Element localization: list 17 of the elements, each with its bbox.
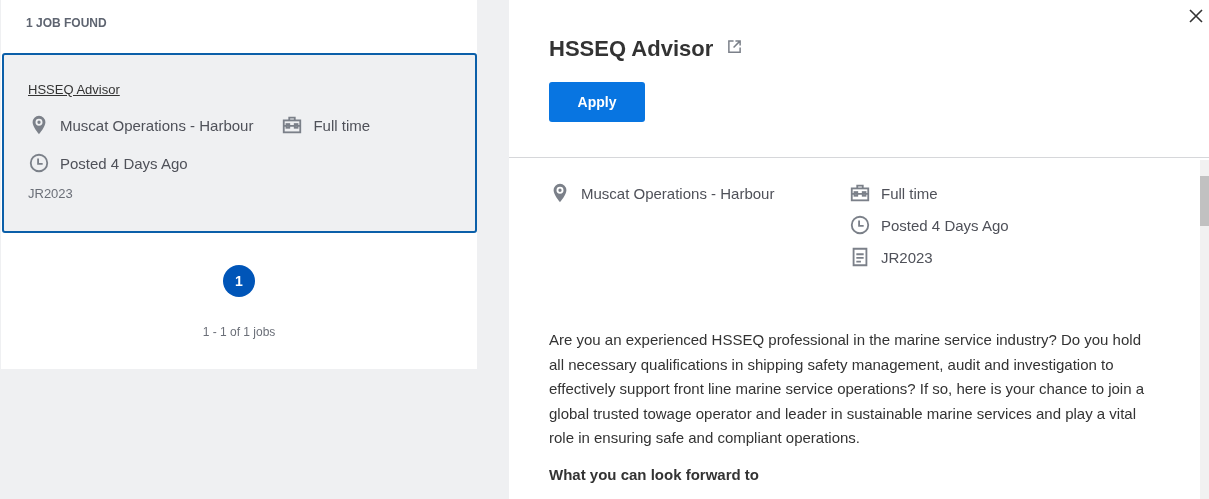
section-heading: What you can look forward to <box>549 465 760 483</box>
job-location: Muscat Operations - Harbour <box>581 184 775 202</box>
job-requisition-id: JR2023 <box>881 248 933 266</box>
job-description: Are you an experienced HSSEQ professional in the marine service industry? Do you hold all necessary qualifications in shipping safety management, audit and investigation to effectively support front line marine service operations? If so, here is your chance to join a global trusted towage operator and leader in sustainable marine services and play a vital role in ensuring safe and compliant operations. <box>549 330 1146 448</box>
job-posted-date: Posted 4 Days Ago <box>881 216 1009 234</box>
results-count: 1 JOB FOUND <box>25 15 108 32</box>
results-summary: 1 - 1 of 1 jobs <box>201 325 277 339</box>
job-posted-date: Posted 4 Days Ago <box>60 154 188 172</box>
job-card[interactable]: HSSEQ Advisor Muscat Operations - Harbour Full time Posted 4 Days Ago JR2023 <box>2 53 477 233</box>
job-time-type: Full time <box>881 184 938 202</box>
page-button[interactable]: 1 <box>223 265 255 297</box>
job-title-link[interactable]: HSSEQ Advisor <box>28 82 120 97</box>
job-id: JR2023 <box>28 186 74 201</box>
job-time-type: Full time <box>313 116 371 134</box>
job-location: Muscat Operations - Harbour <box>60 116 254 134</box>
apply-button[interactable]: Apply <box>549 82 645 122</box>
job-title: HSSEQ Advisor <box>549 36 714 62</box>
